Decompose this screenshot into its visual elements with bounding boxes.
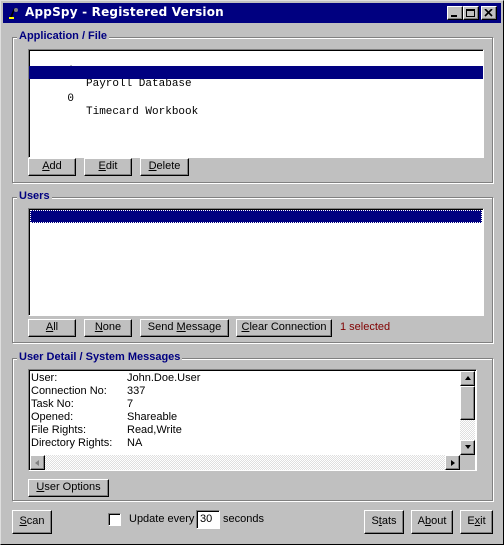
about-button[interactable]: About bbox=[411, 510, 453, 534]
stats-button[interactable]: Stats bbox=[364, 510, 404, 534]
close-icon[interactable] bbox=[481, 6, 497, 20]
minimize-icon[interactable] bbox=[447, 6, 463, 20]
seconds-label: seconds bbox=[223, 513, 264, 525]
application-file-label: Application / File bbox=[17, 30, 110, 42]
edit-button[interactable]: Edit bbox=[84, 158, 132, 176]
users-group: Users John.Doe.User 337 All None Send Me… bbox=[12, 190, 493, 343]
application-file-group: Application / File 1 Payroll Database 1 … bbox=[12, 30, 493, 183]
maximize-icon[interactable] bbox=[463, 6, 479, 20]
app-window: AppSpy - Registered Version Application … bbox=[0, 0, 504, 545]
all-button[interactable]: All bbox=[28, 319, 76, 337]
users-label: Users bbox=[17, 190, 52, 202]
vertical-scroll-thumb[interactable] bbox=[460, 386, 475, 420]
user-detail-label: User Detail / System Messages bbox=[17, 351, 183, 363]
delete-button[interactable]: Delete bbox=[140, 158, 189, 176]
list-item-selected[interactable]: 1 Telephone List bbox=[29, 66, 483, 104]
detail-text-area[interactable]: User: John.Doe.User Connection No: 337 Tas… bbox=[28, 369, 477, 471]
user-detail-group: User Detail / System Messages User: John.… bbox=[12, 351, 493, 501]
scroll-down-arrow-icon[interactable] bbox=[460, 440, 475, 455]
list-item[interactable]: 0 Timecard Workbook bbox=[29, 80, 483, 118]
application-file-list[interactable]: 1 Payroll Database 1 Telephone List 0 Ti… bbox=[28, 49, 484, 158]
scroll-right-arrow-icon[interactable] bbox=[445, 455, 460, 470]
users-list[interactable]: John.Doe.User 337 bbox=[28, 208, 484, 316]
scrollbar-corner bbox=[460, 455, 475, 470]
title-bar[interactable]: AppSpy - Registered Version bbox=[3, 3, 501, 23]
list-item[interactable]: 1 Payroll Database bbox=[29, 52, 483, 90]
window-title: AppSpy - Registered Version bbox=[25, 5, 224, 19]
update-interval-input[interactable]: 30 bbox=[196, 510, 220, 529]
update-checkbox[interactable] bbox=[108, 513, 121, 526]
horizontal-scrollbar[interactable] bbox=[30, 455, 460, 470]
exit-button[interactable]: Exit bbox=[460, 510, 493, 534]
send-message-button[interactable]: Send Message bbox=[140, 319, 229, 337]
update-every-label: Update every bbox=[129, 513, 195, 525]
clear-connection-button[interactable]: Clear Connection bbox=[236, 319, 332, 337]
list-item-selected[interactable]: John.Doe.User 337 bbox=[30, 210, 482, 248]
user-options-button[interactable]: User Options bbox=[28, 479, 109, 497]
scroll-up-arrow-icon[interactable] bbox=[460, 371, 475, 386]
none-button[interactable]: None bbox=[84, 319, 132, 337]
app-icon[interactable] bbox=[7, 6, 21, 20]
add-button[interactable]: Add bbox=[28, 158, 76, 176]
selected-count-status: 1 selected bbox=[340, 321, 391, 333]
scan-button[interactable]: Scan bbox=[12, 510, 52, 534]
scroll-left-arrow-icon[interactable] bbox=[30, 455, 45, 470]
